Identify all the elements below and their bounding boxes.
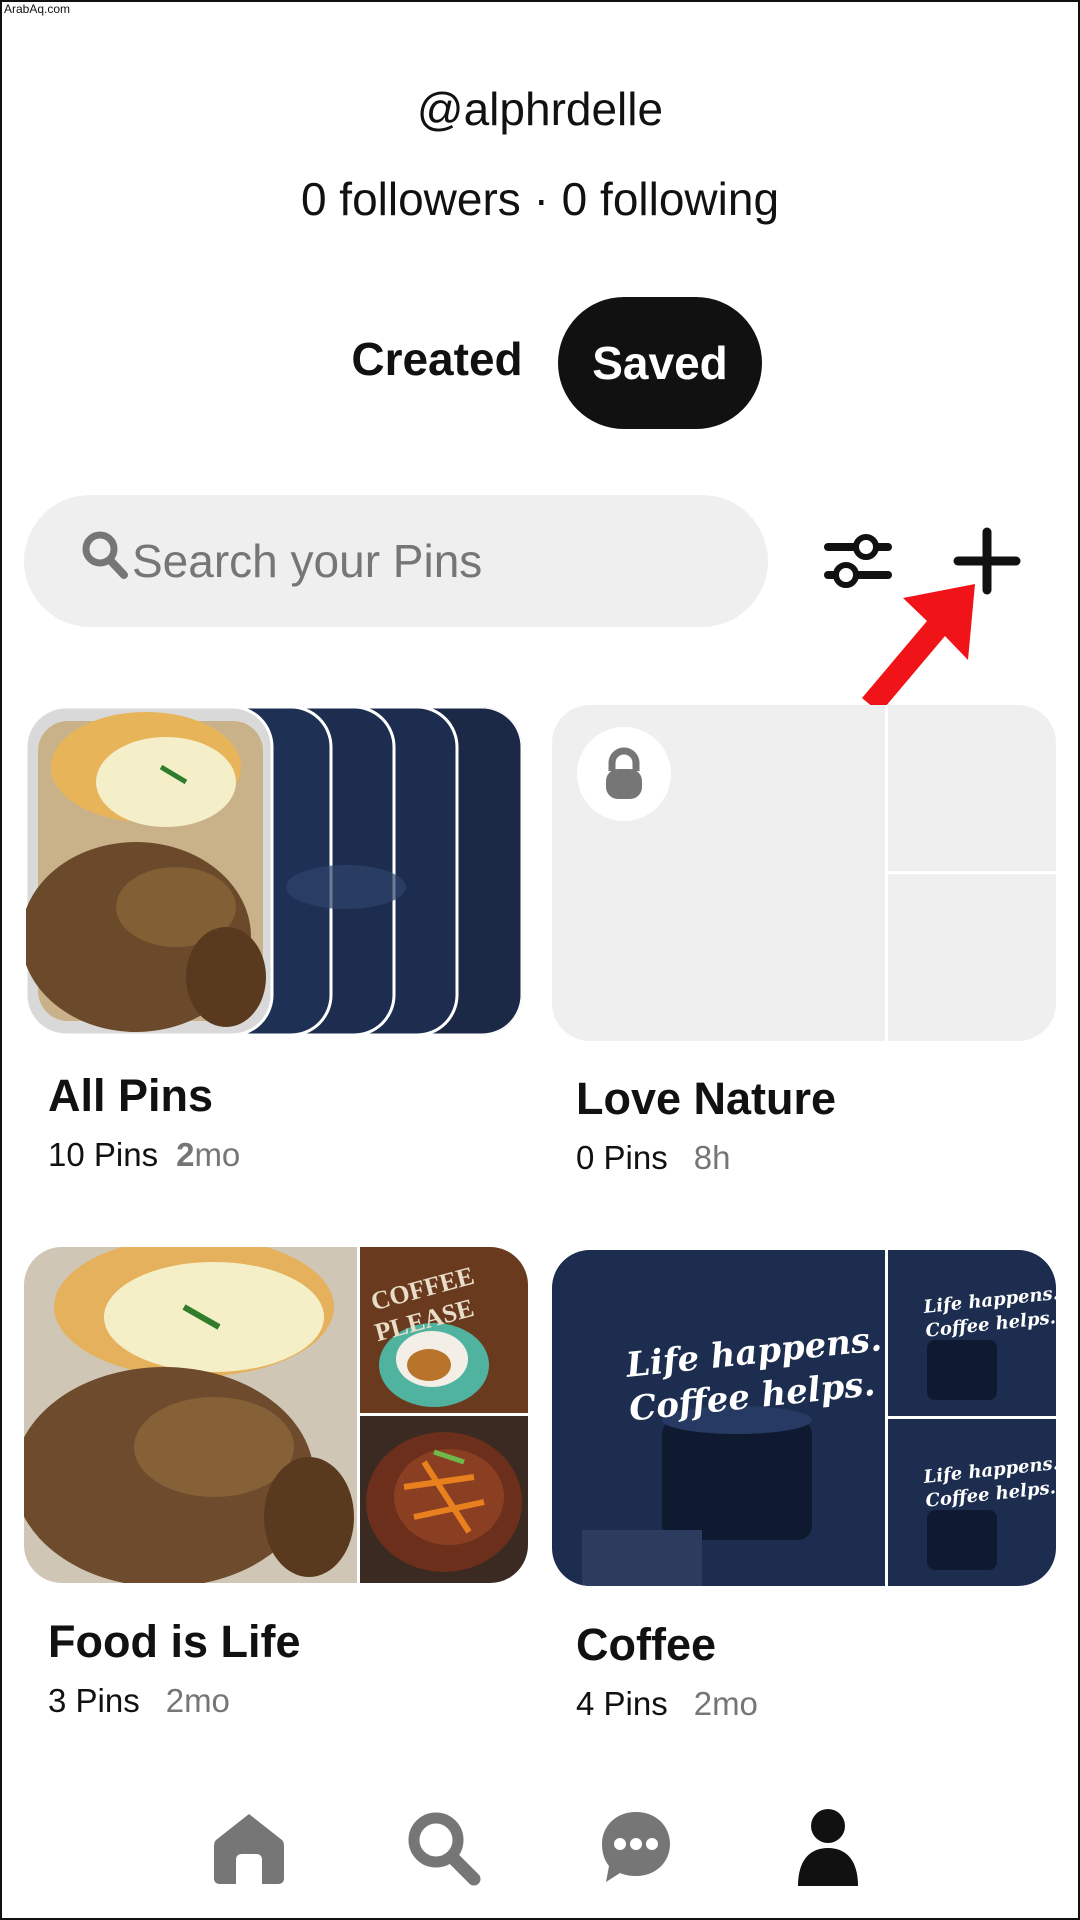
board-title: All Pins xyxy=(48,1070,214,1121)
board-cover-food: COFFEE PLEASE xyxy=(24,1247,528,1583)
board-pin-count: 3 Pins xyxy=(48,1682,140,1719)
board-title: Food is Life xyxy=(48,1616,301,1667)
food-cover-images: COFFEE PLEASE xyxy=(24,1247,528,1583)
board-cover-coffee: Life happens. Coffee helps. Life happens… xyxy=(552,1250,1056,1586)
tab-created[interactable]: Created xyxy=(332,332,542,386)
home-icon[interactable] xyxy=(212,1810,286,1886)
tab-saved-label: Saved xyxy=(592,337,728,389)
board-pin-count: 4 Pins xyxy=(576,1685,668,1722)
board-age: 2mo xyxy=(693,1685,758,1722)
red-arrow-annotation xyxy=(862,584,975,713)
bottom-nav xyxy=(0,1790,1080,1920)
profile-icon[interactable] xyxy=(796,1808,860,1888)
board-meta: 0 Pins 8h xyxy=(576,1139,730,1177)
board-pin-count: 0 Pins xyxy=(576,1139,668,1176)
messages-icon[interactable] xyxy=(600,1810,672,1884)
secret-board-badge xyxy=(577,727,671,821)
board-meta: 4 Pins 2mo xyxy=(576,1685,758,1723)
lock-icon xyxy=(606,747,642,799)
board-age: 2mo xyxy=(176,1136,241,1173)
search-bar[interactable] xyxy=(24,495,768,627)
profile-stats[interactable]: 0 followers · 0 following xyxy=(0,172,1080,226)
board-cover-stack xyxy=(26,707,522,1035)
board-meta: 10 Pins 2mo xyxy=(48,1136,240,1174)
profile-username: @alphrdelle xyxy=(416,83,664,135)
search-icon xyxy=(82,531,128,579)
tab-saved[interactable]: Saved xyxy=(558,297,762,429)
stacked-pin-cards xyxy=(26,707,522,1035)
search-input[interactable] xyxy=(132,531,732,591)
search-icon[interactable] xyxy=(406,1810,482,1886)
board-pin-count: 10 Pins xyxy=(48,1136,159,1173)
board-age: 8h xyxy=(693,1139,731,1176)
board-title: Love Nature xyxy=(576,1073,837,1124)
coffee-cover-images: Life happens. Coffee helps. Life happens… xyxy=(552,1250,1056,1586)
board-meta: 3 Pins 2mo xyxy=(48,1682,230,1720)
cover-divider-horizontal xyxy=(888,871,1056,874)
board-age: 2mo xyxy=(165,1682,230,1719)
board-title: Coffee xyxy=(576,1619,717,1670)
watermark: ArabAq.com xyxy=(4,2,71,16)
